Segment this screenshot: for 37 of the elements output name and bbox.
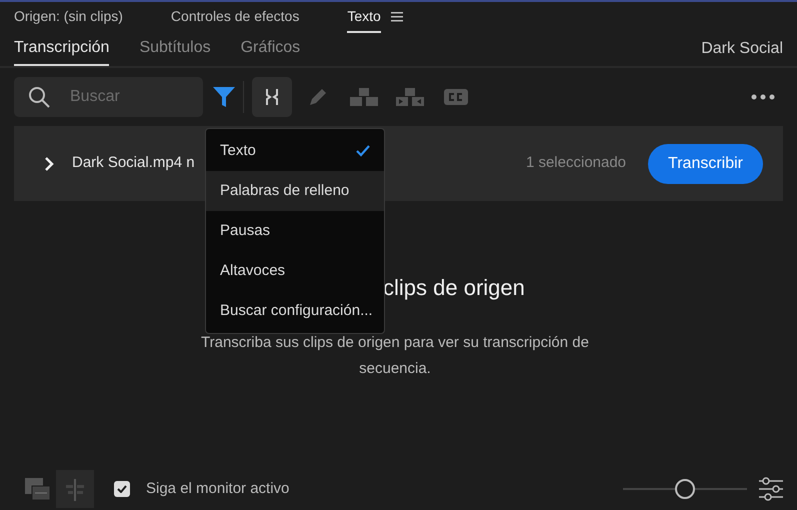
captions-icon — [444, 89, 468, 105]
check-icon — [117, 485, 127, 493]
zoom-slider[interactable] — [623, 479, 747, 499]
sequence-name: Dark Social — [701, 39, 783, 59]
selection-count: 1 seleccionado — [526, 153, 626, 174]
search-icon — [28, 86, 50, 108]
search-field[interactable]: Buscar — [14, 77, 203, 117]
menu-item[interactable]: Texto — [206, 131, 384, 171]
panel-tab[interactable]: Texto — [347, 2, 381, 32]
tab[interactable]: Transcripción — [14, 32, 110, 66]
blocks-icon — [396, 87, 424, 107]
menu-item[interactable]: Palabras de relleno — [206, 171, 384, 211]
clip-view-icon — [24, 476, 50, 502]
filter-icon[interactable] — [213, 86, 235, 108]
more-icon[interactable] — [751, 94, 775, 100]
chevron-icon[interactable] — [44, 156, 54, 172]
clip-name: Dark Social.mp4 n — [72, 153, 195, 174]
blocks-icon — [350, 87, 378, 107]
checkbox-label: Siga el monitor activo — [146, 478, 290, 499]
menu-item[interactable]: Altavoces — [206, 251, 384, 291]
search-input[interactable]: Buscar — [68, 84, 178, 110]
settings-icon[interactable] — [759, 477, 783, 501]
tab[interactable]: Gráficos — [240, 32, 300, 66]
slider-thumb[interactable] — [675, 479, 695, 499]
menu-icon[interactable] — [390, 12, 403, 22]
menu-item[interactable]: Pausas — [206, 211, 384, 251]
split-icon — [265, 88, 279, 106]
tool-button[interactable] — [252, 77, 292, 117]
pencil-icon — [308, 87, 328, 107]
panel-tab[interactable]: Origen: (sin clips) — [14, 2, 123, 32]
tab[interactable]: Subtítulos — [139, 32, 211, 66]
menu-item[interactable]: Buscar configuración... — [206, 291, 384, 331]
transcribe-button[interactable]: Transcribir — [648, 144, 763, 184]
empty-heading: clips de origen — [383, 274, 526, 302]
checkbox[interactable] — [114, 481, 130, 497]
empty-description: Transcriba sus clips de origen para ver su transcripción de secuencia. — [200, 333, 590, 379]
panel-tab[interactable]: Controles de efectos — [170, 2, 300, 32]
